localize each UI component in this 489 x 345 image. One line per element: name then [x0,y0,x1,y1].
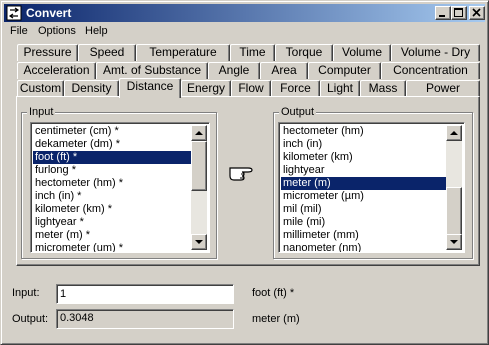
list-item[interactable]: millimeter (mm) [281,229,448,242]
tab-acceleration[interactable]: Acceleration [17,62,96,79]
scroll-down-button[interactable] [191,234,207,250]
output-label: Output: [12,313,49,325]
input-group-label: Input [27,106,56,118]
list-item[interactable]: kilometer (km) * [33,203,193,216]
tab-pressure[interactable]: Pressure [17,44,78,61]
list-item[interactable]: micrometer (µm) [281,190,448,203]
list-item-selected[interactable]: meter (m) [281,177,448,190]
tab-custom[interactable]: Custom [17,80,64,97]
arrow-down-icon [195,240,203,244]
arrow-down-icon [450,240,458,244]
input-unit-label: foot (ft) * [252,287,295,299]
list-item[interactable]: kilometer (km) [281,151,448,164]
tab-speed[interactable]: Speed [78,44,136,61]
list-item[interactable]: lightyear [281,164,448,177]
arrow-up-icon [450,131,458,135]
list-item[interactable]: nanometer (nm) [281,242,448,252]
tab-computer[interactable]: Computer [308,62,381,79]
list-item[interactable]: mil (mil) [281,203,448,216]
window-title: Convert [26,6,72,20]
list-item[interactable]: dekameter (dm) * [33,138,193,151]
list-item[interactable]: micrometer (um) * [33,242,193,252]
list-item[interactable]: inch (in) * [33,190,193,203]
list-item[interactable]: hectometer (hm) * [33,177,193,190]
output-list-scrollbar[interactable] [446,125,462,250]
main-window: Convert File Options Help Pressure Speed… [0,0,489,345]
maximize-icon [454,8,463,17]
tab-density[interactable]: Density [64,80,119,97]
minimize-icon [439,15,445,17]
menu-bar: File Options Help [4,23,485,41]
input-value-field[interactable] [56,284,234,304]
tab-force[interactable]: Force [271,80,320,97]
title-bar[interactable]: Convert [4,4,485,22]
output-unit-list[interactable]: hectometer (hm) inch (in) kilometer (km)… [278,122,465,253]
minimize-button[interactable] [435,6,451,20]
scroll-up-button[interactable] [446,125,462,141]
tab-mass[interactable]: Mass [360,80,406,97]
close-icon [472,8,481,17]
tab-concentration[interactable]: Concentration [381,62,480,79]
tab-power[interactable]: Power [406,80,480,97]
list-item[interactable]: furlong * [33,164,193,177]
close-button[interactable] [469,6,485,20]
tab-amt-of-substance[interactable]: Amt. of Substance [96,62,208,79]
tab-volume-dry[interactable]: Volume - Dry [391,44,480,61]
input-group: Input centimeter (cm) * dekameter (dm) *… [21,106,217,259]
menu-help[interactable]: Help [81,25,112,37]
scroll-thumb[interactable] [446,187,462,237]
tab-angle[interactable]: Angle [208,62,260,79]
menu-options[interactable]: Options [34,25,80,37]
list-item[interactable]: mile (mi) [281,216,448,229]
input-unit-list[interactable]: centimeter (cm) * dekameter (dm) * foot … [30,122,210,253]
tab-area[interactable]: Area [260,62,308,79]
pointing-hand-icon [229,167,253,181]
tab-flow[interactable]: Flow [231,80,271,97]
list-item[interactable]: inch (in) [281,138,448,151]
convert-app-icon [6,5,22,21]
tab-volume[interactable]: Volume [333,44,391,61]
scroll-thumb[interactable] [191,141,207,191]
arrow-up-icon [195,131,203,135]
tab-energy[interactable]: Energy [181,80,231,97]
output-group-label: Output [279,106,317,118]
output-unit-label: meter (m) [252,313,300,325]
tab-time[interactable]: Time [230,44,275,61]
list-item[interactable]: meter (m) * [33,229,193,242]
list-item[interactable]: hectometer (hm) [281,125,448,138]
tab-distance[interactable]: Distance [119,78,181,98]
tab-temperature[interactable]: Temperature [136,44,230,61]
list-item-selected[interactable]: foot (ft) * [33,151,193,164]
scroll-down-button[interactable] [446,234,462,250]
distance-panel: Input centimeter (cm) * dekameter (dm) *… [16,96,480,266]
output-group: Output hectometer (hm) inch (in) kilomet… [273,106,473,259]
tab-light[interactable]: Light [320,80,360,97]
tab-torque[interactable]: Torque [275,44,333,61]
maximize-button[interactable] [451,6,467,20]
list-item[interactable]: centimeter (cm) * [33,125,193,138]
list-item[interactable]: lightyear * [33,216,193,229]
scroll-up-button[interactable] [191,125,207,141]
menu-file[interactable]: File [6,25,32,37]
input-label: Input: [12,287,40,299]
input-list-scrollbar[interactable] [191,125,207,250]
output-value-field: 0.3048 [56,309,234,329]
